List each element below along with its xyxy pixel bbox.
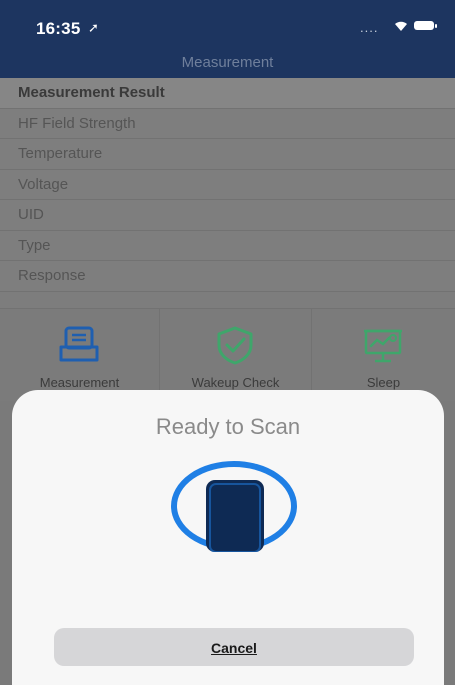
tab-wakeup-check[interactable]: Wakeup Check — [160, 309, 312, 401]
sheet-title: Ready to Scan — [155, 414, 301, 439]
battery-icon — [414, 21, 437, 30]
list-item-temperature: Temperature — [0, 139, 455, 170]
signal-icon: .... — [360, 20, 379, 35]
tab-wakeup-check-label: Wakeup Check — [191, 375, 280, 390]
phone-scan-icon — [171, 461, 297, 552]
list-item-hf-field-strength: HF Field Strength — [0, 108, 455, 139]
list-item-type: Type — [0, 230, 455, 261]
status-bar: 16:35 ➚ .... — [0, 0, 455, 50]
list-item-voltage: Voltage — [0, 169, 455, 200]
cancel-button[interactable]: Cancel — [54, 628, 414, 666]
tab-measurement-label: Measurement — [39, 375, 120, 390]
measurement-result-list: Measurement Result HF Field Strength Tem… — [0, 78, 455, 292]
tab-sleep[interactable]: Sleep — [312, 309, 455, 401]
shield-check-icon — [217, 326, 253, 365]
navigation-bar: Measurement — [0, 50, 455, 78]
list-item-response: Response — [0, 261, 455, 292]
location-icon: ➚ — [88, 20, 99, 35]
list-header: Measurement Result — [0, 78, 455, 109]
status-time: 16:35 — [36, 19, 81, 38]
nav-title: Measurement — [181, 54, 274, 71]
nfc-scan-sheet: Ready to Scan Cancel — [12, 390, 444, 685]
tab-measurement[interactable]: Measurement — [0, 309, 160, 401]
measurement-icon — [59, 326, 99, 362]
app-screen: 16:35 ➚ .... Measurement Measurement Res… — [0, 0, 455, 685]
wifi-icon — [395, 21, 407, 31]
sleep-chart-icon — [364, 329, 402, 363]
tab-sleep-label: Sleep — [366, 375, 401, 390]
list-item-uid: UID — [0, 200, 455, 231]
function-tabs: Measurement Wakeup Check Sleep — [0, 308, 455, 401]
list-spacer — [0, 292, 455, 308]
